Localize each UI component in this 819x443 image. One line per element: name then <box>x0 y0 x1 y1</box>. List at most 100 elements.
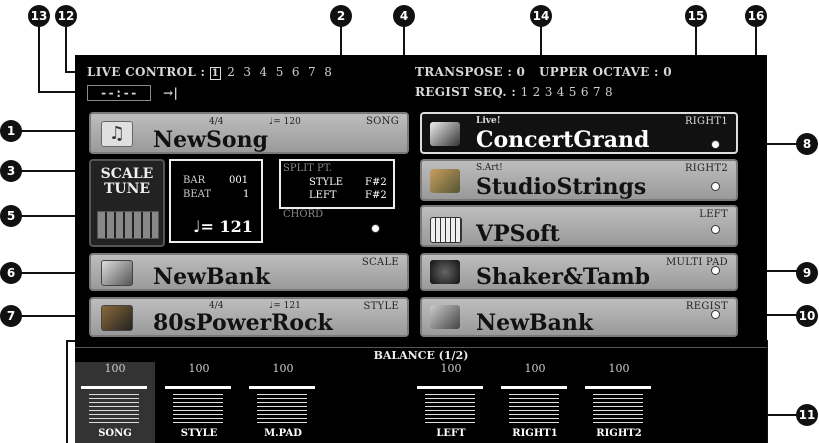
regist-indicator <box>711 310 720 319</box>
split-point-box[interactable]: SPLIT PT. STYLE F#2 LEFT F#2 <box>279 159 395 209</box>
channel-fader[interactable] <box>501 386 567 426</box>
left-name: VPSoft <box>476 221 560 247</box>
callout-12: 12 <box>55 5 77 27</box>
channel-value: 100 <box>524 362 546 375</box>
live-control-row: LIVE CONTROL : 1 2 3 4 5 6 7 8 <box>87 65 332 80</box>
channel-label: SONG <box>98 428 132 439</box>
multi-pad-name: Shaker&Tamb <box>476 264 651 290</box>
split-pt-title: SPLIT PT. <box>283 163 333 174</box>
balance-title: BALANCE (1/2) <box>373 349 469 362</box>
registration-icon <box>430 305 460 329</box>
callout-4: 4 <box>393 5 415 27</box>
channel-label: RIGHT2 <box>596 428 642 439</box>
style-panel[interactable]: 4/4 ♩= 121 STYLE 80sPowerRock <box>89 297 409 337</box>
electric-piano-icon <box>430 217 462 243</box>
style-name: 80sPowerRock <box>153 310 333 336</box>
balance-channel-right2[interactable]: 100 RIGHT2 <box>579 362 659 443</box>
channel-label: LEFT <box>436 428 466 439</box>
callout-1: 1 <box>0 120 22 142</box>
multi-pad-panel[interactable]: MULTI PAD Shaker&Tamb <box>420 253 738 291</box>
multi-pad-indicator <box>711 266 720 275</box>
song-time-sig: 4/4 <box>209 117 224 127</box>
time-display: --:-- <box>87 85 151 101</box>
callout-8: 8 <box>796 133 818 155</box>
regist-seq-label: REGIST SEQ. : <box>415 85 517 99</box>
chord-label: CHORD <box>283 209 324 220</box>
callout-6: 6 <box>0 262 22 284</box>
live-control-label: LIVE CONTROL : <box>87 65 206 79</box>
regist-seq-numbers[interactable]: 1 2 3 4 5 6 7 8 <box>521 85 613 99</box>
channel-fader[interactable] <box>249 386 315 426</box>
balance-channel-style[interactable]: 100 STYLE <box>159 362 239 443</box>
callout-7: 7 <box>0 305 22 327</box>
song-tag: SONG <box>366 116 399 127</box>
transpose-label[interactable]: TRANSPOSE : 0 <box>415 65 525 79</box>
right2-tag: RIGHT2 <box>684 163 728 174</box>
callout-13: 13 <box>28 5 50 27</box>
channel-value: 100 <box>608 362 630 375</box>
right1-tag: RIGHT1 <box>684 116 728 127</box>
channel-fader[interactable] <box>165 386 231 426</box>
channel-label: M.PAD <box>264 428 302 439</box>
display-screen: LIVE CONTROL : 1 2 3 4 5 6 7 8 --:-- →| … <box>75 55 767 443</box>
strings-icon <box>430 169 460 193</box>
channel-value: 100 <box>272 362 294 375</box>
right2-panel[interactable]: S.Art! RIGHT2 StudioStrings <box>420 159 738 201</box>
upper-octave-label[interactable]: UPPER OCTAVE : 0 <box>539 65 672 79</box>
live-control-numbers[interactable]: 2 3 4 5 6 7 8 <box>227 65 332 79</box>
scale-tune-panel[interactable]: SCALE TUNE <box>89 159 165 247</box>
music-note-icon: ♫ <box>101 121 133 147</box>
guitar-icon <box>101 305 133 331</box>
beat-label: BEAT <box>183 189 211 200</box>
callout-15: 15 <box>685 5 707 27</box>
scale-tune-label: SCALE TUNE <box>100 166 154 197</box>
scale-tag: SCALE <box>361 257 399 268</box>
channel-value: 100 <box>440 362 462 375</box>
tempo-display[interactable]: ♩= 121 <box>193 217 253 236</box>
balance-channel-song[interactable]: 100 SONG <box>75 362 155 443</box>
bar-beat-box: BAR 001 BEAT 1 ♩= 121 <box>169 159 263 243</box>
right1-sub: Live! <box>476 116 501 126</box>
left-indicator <box>711 225 720 234</box>
channel-fader[interactable] <box>417 386 483 426</box>
right1-indicator <box>711 140 720 149</box>
right2-indicator <box>711 182 720 191</box>
callout-5: 5 <box>0 205 22 227</box>
balance-channel-right1[interactable]: 100 RIGHT1 <box>495 362 575 443</box>
live-control-selected[interactable]: 1 <box>209 67 221 80</box>
chord-indicator <box>371 224 380 233</box>
song-name: NewSong <box>153 127 268 153</box>
grand-piano-icon <box>430 122 460 146</box>
right2-sub: S.Art! <box>476 163 503 173</box>
regist-name: NewBank <box>476 310 594 336</box>
regist-seq-row[interactable]: REGIST SEQ. : 1 2 3 4 5 6 7 8 <box>415 85 613 99</box>
split-left-label: LEFT <box>309 190 337 201</box>
time-display-row: --:-- →| <box>87 85 178 101</box>
style-tag: STYLE <box>363 301 399 312</box>
scale-panel[interactable]: SCALE NewBank <box>89 253 409 291</box>
callout-11: 11 <box>796 404 818 426</box>
right1-panel[interactable]: Live! RIGHT1 ConcertGrand <box>420 112 738 154</box>
right2-name: StudioStrings <box>476 174 647 200</box>
drum-kit-icon <box>430 260 460 284</box>
channel-fader[interactable] <box>81 386 147 426</box>
channel-fader[interactable] <box>585 386 651 426</box>
balance-channel-left[interactable]: 100 LEFT <box>411 362 491 443</box>
song-tempo: ♩= 120 <box>269 117 301 127</box>
balance-channel-mpad[interactable]: 100 M.PAD <box>243 362 323 443</box>
left-panel[interactable]: LEFT VPSoft <box>420 205 738 247</box>
balance-section: BALANCE (1/2) 100 SONG 100 STYLE 100 M.PAD 100… <box>75 347 767 443</box>
jump-to-end-icon[interactable]: →| <box>163 86 178 100</box>
callout-3: 3 <box>0 160 22 182</box>
song-panel[interactable]: ♫ 4/4 ♩= 120 SONG NewSong <box>89 112 409 154</box>
callout-16: 16 <box>745 5 767 27</box>
split-left-value: F#2 <box>365 190 387 201</box>
split-style-value: F#2 <box>365 177 387 188</box>
regist-panel[interactable]: REGIST NewBank <box>420 297 738 337</box>
callout-10: 10 <box>796 305 818 327</box>
channel-label: RIGHT1 <box>512 428 558 439</box>
left-tag: LEFT <box>699 209 728 220</box>
beat-value: 1 <box>243 189 250 200</box>
channel-value: 100 <box>104 362 126 375</box>
right1-name: ConcertGrand <box>476 127 650 153</box>
